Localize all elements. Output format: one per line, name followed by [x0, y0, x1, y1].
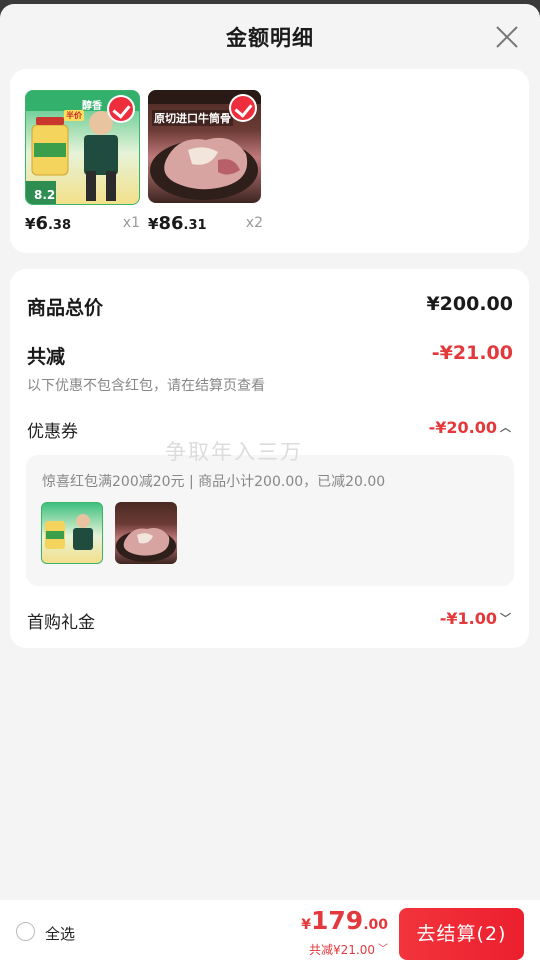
price-int: 6: [35, 213, 48, 234]
total-int: 179: [311, 906, 364, 935]
product-price-row: ¥86.31 x2: [148, 213, 263, 237]
price-currency: ¥: [148, 215, 159, 233]
reduce-value: -¥21.00: [431, 342, 513, 364]
product-price-row: ¥6.38 x1: [25, 213, 140, 237]
page-title: 金额明细: [226, 26, 314, 50]
product-image-text: 原切进口牛筒骨: [152, 110, 233, 126]
amount-detail-sheet: 金额明细 醇香 半价 8.2 ¥6.38 x1 原切进口牛筒骨 ¥86.31 x…: [0, 4, 540, 964]
product-quantity: x2: [245, 215, 263, 231]
sheet-header: 金额明细: [0, 4, 540, 68]
price-dec: .31: [183, 218, 207, 233]
discount-text: 共减¥21.00: [309, 943, 375, 957]
summary-card: 商品总价 ¥200.00 共减 -¥21.00 以下优惠不包含红包，请在结算页查…: [10, 269, 529, 648]
payable-total: ¥179.00: [301, 906, 388, 935]
product-image-text: 半价: [64, 110, 84, 121]
chevron-down-icon: ﹀: [500, 612, 511, 625]
total-dec: .00: [363, 917, 388, 933]
gift-toggle[interactable]: -¥1.00 ﹀: [440, 609, 511, 628]
coupon-product-thumb: [41, 502, 103, 564]
price-currency: ¥: [25, 215, 36, 233]
coupon-desc: 惊喜红包满200减20元 | 商品小计200.00，已减20.00: [42, 474, 386, 490]
coupon-toggle[interactable]: -¥20.00 ︿: [429, 418, 511, 437]
product-image[interactable]: 原切进口牛筒骨: [148, 90, 261, 203]
total-value: ¥200.00: [426, 293, 513, 315]
coupon-detail: 惊喜红包满200减20元 | 商品小计200.00，已减20.00: [26, 455, 514, 586]
product-image[interactable]: 醇香 半价 8.2: [25, 90, 140, 205]
checkout-button[interactable]: 去结算(2): [399, 908, 524, 960]
product-price: ¥86.31: [148, 213, 207, 234]
coupon-value: -¥20.00: [428, 418, 497, 437]
check-icon: [109, 97, 133, 121]
reduce-note: 以下优惠不包含红包，请在结算页查看: [27, 378, 265, 394]
total-label: 商品总价: [27, 297, 104, 319]
product-illustration: [45, 514, 93, 550]
product-illustration: [116, 528, 176, 562]
price-int: 86: [158, 213, 184, 234]
gift-label: 首购礼金: [27, 613, 95, 633]
product-quantity: x1: [122, 215, 140, 231]
product-price: ¥6.38: [25, 213, 71, 234]
price-dec: .38: [47, 218, 71, 233]
reduce-label: 共减: [27, 346, 66, 368]
check-icon: [231, 96, 255, 120]
select-all-label[interactable]: 全选: [45, 923, 75, 944]
select-all-radio[interactable]: [16, 922, 35, 941]
total-currency: ¥: [301, 917, 311, 933]
chevron-down-icon: ﹀: [378, 944, 388, 955]
coupon-label: 优惠券: [27, 422, 78, 442]
products-card: 醇香 半价 8.2 ¥6.38 x1 原切进口牛筒骨 ¥86.31 x2: [10, 69, 529, 253]
product-image-text: 8.2: [34, 188, 56, 202]
bottom-bar: 全选 ¥179.00 共减¥21.00 ﹀ 去结算(2): [0, 900, 540, 964]
coupon-product-thumb: [115, 502, 177, 564]
gift-value: -¥1.00: [439, 609, 497, 628]
chevron-up-icon: ︿: [500, 421, 511, 434]
close-icon[interactable]: [494, 24, 520, 50]
discount-toggle[interactable]: 共减¥21.00 ﹀: [309, 940, 388, 958]
product-image-text: 醇香: [82, 101, 102, 112]
